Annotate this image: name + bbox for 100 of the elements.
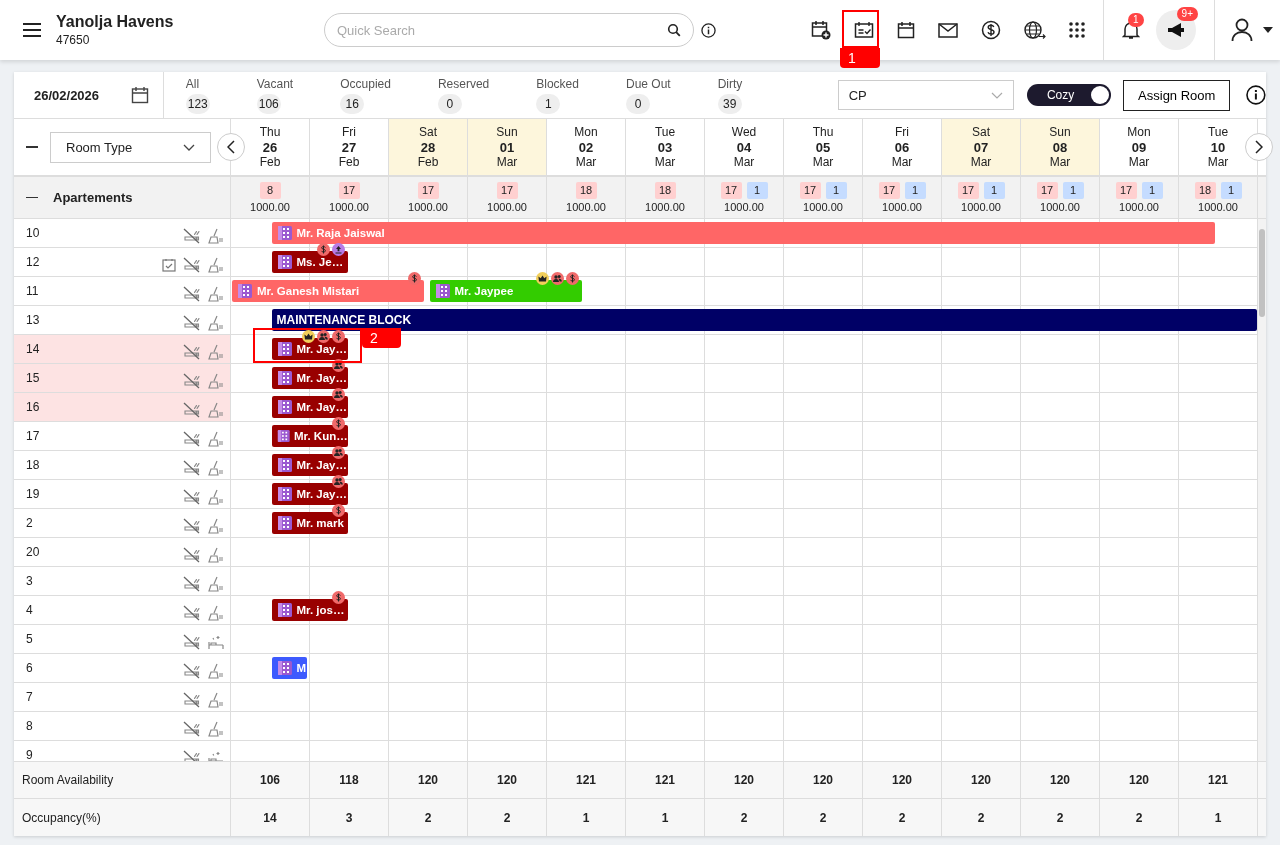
caret-icon[interactable] — [1263, 27, 1273, 33]
booking-bar[interactable]: Mr. mark — [271, 512, 348, 534]
summary-value: 3 — [310, 799, 389, 836]
no-smoking-icon — [183, 431, 201, 447]
day-number: 06 — [894, 139, 910, 155]
menu-icon[interactable] — [22, 22, 42, 38]
chevron-left-icon — [227, 140, 235, 154]
step-marker: 2 — [362, 328, 401, 348]
room-number: 7 — [26, 690, 33, 704]
globe-icon[interactable] — [1024, 20, 1046, 40]
apps-icon[interactable] — [1069, 22, 1085, 38]
booking-bar[interactable]: Mr. Jay… — [271, 483, 348, 505]
rate-value: 1000.00 — [566, 201, 606, 213]
summary-value: 2 — [468, 799, 547, 836]
no-smoking-icon — [183, 663, 201, 679]
building-icon — [276, 254, 293, 270]
summary-value: 2 — [1100, 799, 1179, 836]
search-icon[interactable] — [667, 23, 681, 37]
weekday: Thu — [259, 124, 281, 140]
month: Mar — [1207, 154, 1229, 170]
booked-count: 18 — [575, 182, 597, 199]
room-number: 15 — [26, 371, 40, 385]
previous-button[interactable] — [217, 133, 245, 161]
day-number: 01 — [499, 139, 515, 155]
summary-value: 121 — [547, 762, 626, 798]
room-number: 12 — [26, 255, 40, 269]
room-type-dropdown[interactable]: Room Type — [50, 131, 211, 163]
room-number: 2 — [26, 516, 33, 530]
assign-room-button[interactable]: Assign Room — [1123, 79, 1231, 111]
rate-plan-dropdown[interactable]: CP — [837, 80, 1014, 110]
mail-icon[interactable] — [938, 22, 958, 38]
dollar-icon[interactable] — [981, 20, 1001, 40]
summary-value: 1 — [547, 799, 626, 836]
weekday: Mon — [1127, 124, 1151, 140]
booking-bar[interactable]: M — [271, 657, 307, 679]
day-number: 03 — [657, 139, 673, 155]
month: Mar — [812, 154, 834, 170]
search-field[interactable]: Quick Search — [324, 13, 694, 47]
month: Mar — [733, 154, 755, 170]
day-number: 07 — [973, 139, 989, 155]
building-icon — [276, 457, 293, 473]
room-number: 3 — [26, 574, 33, 588]
info-icon[interactable] — [701, 22, 716, 38]
calendar-icon[interactable] — [130, 86, 149, 104]
room-number: 10 — [26, 226, 40, 240]
user-icon[interactable] — [1231, 18, 1253, 42]
booking-bar[interactable]: Mr. Jay… — [271, 338, 348, 360]
booked-count: 17 — [1115, 182, 1137, 199]
summary-value: 1 — [1179, 799, 1258, 836]
chevron-down-icon — [990, 91, 1003, 99]
calendar-add-icon[interactable] — [811, 20, 831, 40]
no-smoking-icon — [183, 257, 201, 273]
month: Mar — [891, 154, 913, 170]
no-smoking-icon — [183, 518, 201, 534]
booking-bar[interactable]: Mr. Jay… — [271, 396, 348, 418]
notification-count: 1 — [1128, 13, 1144, 27]
building-icon — [276, 341, 293, 357]
calendar-check-icon[interactable] — [854, 21, 874, 39]
day-number: 27 — [341, 139, 357, 155]
booking-bar[interactable]: Mr. Jay… — [271, 454, 348, 476]
info-icon[interactable] — [1246, 85, 1266, 105]
maintenance-block-bar[interactable]: MAINTENANCE BLOCK — [271, 309, 1257, 331]
rate-value: 1000.00 — [408, 201, 448, 213]
room-number: 8 — [26, 719, 33, 733]
booking-bar[interactable]: Ms. Je… — [271, 251, 348, 273]
room-number: 11 — [26, 284, 39, 298]
summary-label: Occupancy(%) — [14, 799, 231, 836]
month: Feb — [417, 154, 439, 170]
stat-label: All — [185, 76, 200, 91]
date-value: 26/02/2026 — [34, 87, 100, 103]
rate-value: 1000.00 — [329, 201, 369, 213]
no-smoking-icon — [183, 692, 201, 708]
weekday: Sun — [1049, 124, 1071, 140]
no-smoking-icon — [183, 228, 201, 244]
announcement-count: 9+ — [1176, 7, 1198, 21]
booked-count: 17 — [878, 182, 900, 199]
summary-value: 118 — [310, 762, 389, 798]
summary-value: 2 — [863, 799, 942, 836]
booking-bar[interactable]: Mr. jos… — [271, 599, 348, 621]
view-toggle[interactable]: Cozy — [1026, 84, 1112, 106]
room-number: 18 — [26, 458, 40, 472]
rate-value: 1000.00 — [803, 201, 843, 213]
weekday: Fri — [342, 124, 356, 140]
calendar-icon[interactable] — [897, 21, 915, 39]
highlight-frame — [842, 10, 879, 48]
stat-label: Due Out — [625, 76, 671, 91]
stat-count: 16 — [340, 93, 365, 114]
weekday: Thu — [812, 124, 834, 140]
booking-bar[interactable]: Mr. Jay… — [271, 367, 348, 389]
collapse-icon[interactable] — [26, 196, 38, 199]
summary-value: 120 — [1100, 762, 1179, 798]
weekday: Sat — [419, 124, 437, 140]
next-button[interactable] — [1245, 133, 1273, 161]
scrollbar[interactable] — [1258, 219, 1266, 761]
no-smoking-icon — [183, 547, 201, 563]
no-smoking-icon — [183, 402, 201, 418]
blocked-count: 1 — [983, 182, 1005, 199]
booking-bar[interactable]: Mr. Kun… — [271, 425, 348, 447]
room-number: 14 — [26, 342, 40, 356]
day-number: 10 — [1210, 139, 1226, 155]
